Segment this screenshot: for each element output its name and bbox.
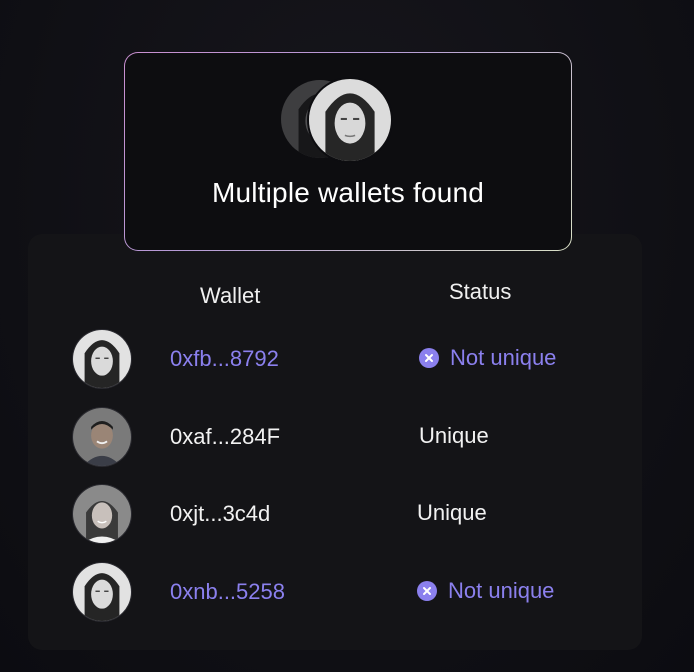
wallet-address-link[interactable]: 0xfb...8792 [170, 346, 279, 372]
wallet-address-link[interactable]: 0xnb...5258 [170, 579, 285, 605]
status-unique: Unique [417, 500, 487, 526]
avatar [73, 330, 131, 388]
wallet-address: 0xjt...3c4d [170, 501, 271, 526]
status-label: Not unique [448, 578, 555, 603]
status-unique: Unique [419, 423, 489, 449]
table-row: 0xnb...5258 Not unique [0, 563, 694, 623]
status-label: Unique [419, 423, 489, 448]
avatar [73, 485, 131, 543]
status-label: Not unique [450, 345, 557, 370]
wallet-address: 0xaf...284F [170, 424, 281, 449]
page-title: Multiple wallets found [211, 177, 485, 208]
x-circle-icon [419, 348, 439, 368]
table-row: 0xjt...3c4d Unique [0, 485, 694, 545]
alert-card: Multiple wallets found [124, 52, 572, 251]
status-label: Unique [417, 500, 487, 525]
status-not-unique: Not unique [419, 345, 556, 371]
x-circle-icon [417, 581, 437, 601]
table-row: 0xaf...284F Unique [0, 408, 694, 468]
column-header-wallet: Wallet [200, 283, 261, 308]
column-header-status: Status [449, 279, 512, 304]
avatar-front [309, 79, 391, 161]
status-not-unique: Not unique [417, 578, 554, 604]
avatar [73, 408, 131, 466]
avatar [73, 563, 131, 621]
table-row: 0xfb...8792 Not unique [0, 330, 694, 390]
avatar-stack [281, 79, 401, 161]
